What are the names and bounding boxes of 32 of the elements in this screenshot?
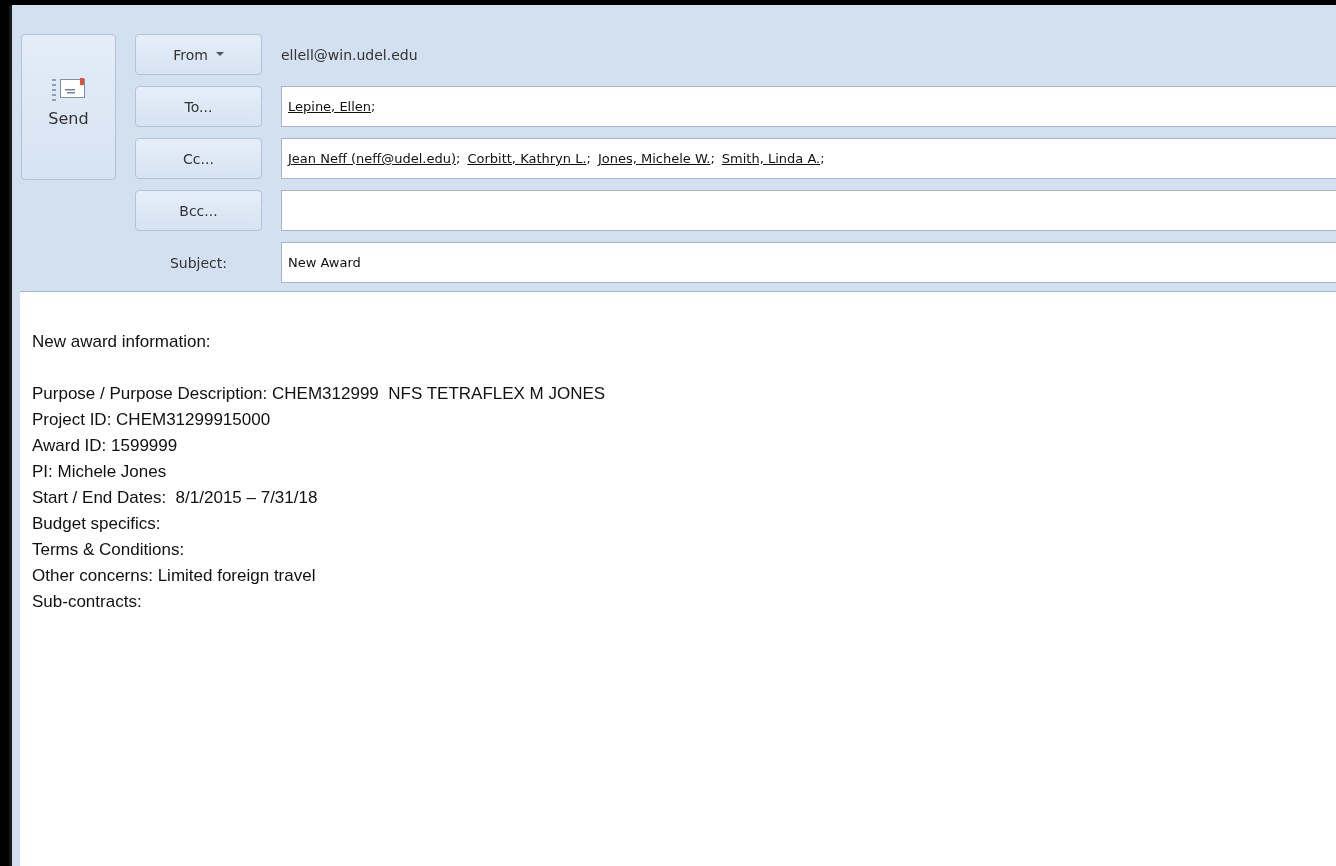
separator: ; (456, 151, 461, 166)
send-button[interactable]: Send (21, 34, 116, 180)
body-text-line: Award ID: 1599999 (32, 436, 178, 455)
body-text-line: Purpose / Purpose Description: CHEM312999 NFS TETRAFLEX M JONES (32, 384, 606, 403)
separator: ; (371, 99, 376, 114)
dropdown-caret-icon (215, 52, 224, 57)
from-button[interactable]: From (135, 34, 262, 75)
body-text-line: Project ID: CHEM31299915000 (32, 410, 271, 429)
body-text-line: Budget specifics: (32, 514, 161, 533)
recipient-link[interactable]: Jean Neff (neff@udel.edu) (288, 151, 457, 166)
body-text-line: Start / End Dates: 8/1/2015 – 7/31/18 (32, 488, 318, 507)
body-text-line: Other concerns: Limited foreign travel (32, 566, 316, 585)
cc-field[interactable]: Jean Neff (neff@udel.edu); Corbitt, Kathryn L.; Jones, Michele W.; Smith, Linda A.; (281, 138, 1336, 179)
recipient-link[interactable]: Lepine, Ellen (288, 99, 372, 114)
separator: ; (820, 151, 825, 166)
body-text-line: Sub-contracts: (32, 592, 142, 611)
separator: ; (586, 151, 591, 166)
cc-button[interactable]: Cc... (135, 138, 262, 179)
separator: ; (710, 151, 715, 166)
body-text-line: Terms & Conditions: (32, 540, 185, 559)
recipient-link[interactable]: Jones, Michele W. (597, 151, 711, 166)
subject-label: Subject: (168, 254, 229, 271)
body-text-line: PI: Michele Jones (32, 462, 167, 481)
recipient-link[interactable]: Corbitt, Kathryn L. (467, 151, 587, 166)
to-button[interactable]: To... (135, 86, 262, 127)
from-address: ellell@win.udel.edu (281, 46, 418, 63)
bcc-field[interactable] (281, 190, 1336, 231)
to-field[interactable]: Lepine, Ellen; (281, 86, 1336, 127)
body-text-line: New award information: (32, 332, 211, 351)
recipient-link[interactable]: Smith, Linda A. (721, 151, 821, 166)
bcc-button[interactable]: Bcc... (135, 190, 262, 231)
subject-field[interactable]: New Award (281, 242, 1336, 283)
